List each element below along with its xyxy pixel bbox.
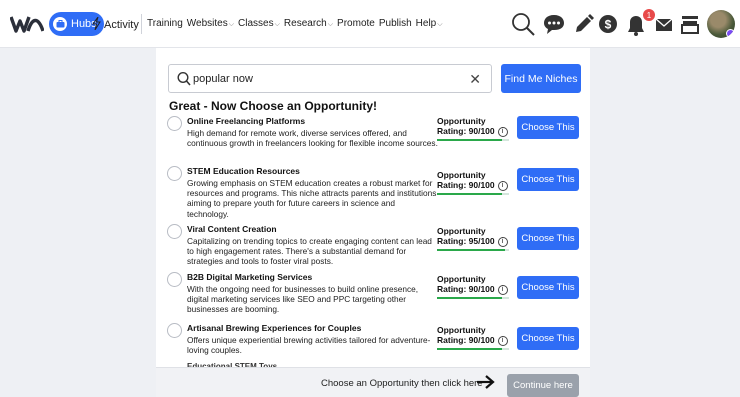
rating-bar-fill xyxy=(437,347,502,350)
info-icon[interactable]: i xyxy=(497,284,508,295)
clear-search-icon[interactable]: ✕ xyxy=(469,71,481,87)
search-icon xyxy=(177,71,191,92)
hubs-icon xyxy=(53,17,67,31)
menu-promote[interactable]: Promote xyxy=(337,18,375,29)
opportunity-rating: Opportunity Rating: 90/100 i xyxy=(437,325,512,350)
activity-link[interactable]: Activity xyxy=(92,16,139,33)
rating-bar xyxy=(437,347,509,350)
rating-bar xyxy=(437,192,509,195)
choose-this-button[interactable]: Choose This xyxy=(517,327,579,350)
opportunity-rating: Opportunity Rating: 90/100 i xyxy=(437,116,512,141)
page-title: Great - Now Choose an Opportunity! xyxy=(169,99,378,113)
menu-publish[interactable]: Publish xyxy=(379,18,412,29)
menu-research[interactable]: Research⌵ xyxy=(284,18,333,29)
continue-footer: Choose an Opportunity then click here Co… xyxy=(156,367,590,397)
info-icon[interactable]: i xyxy=(497,236,508,247)
choose-this-button[interactable]: Choose This xyxy=(517,227,579,250)
opportunity-radio[interactable] xyxy=(167,166,182,181)
lightning-icon xyxy=(92,16,101,33)
menu-websites[interactable]: Websites⌵ xyxy=(187,18,234,29)
opportunity-title: Viral Content Creation xyxy=(187,224,277,234)
opportunity-radio[interactable] xyxy=(167,116,182,131)
info-icon[interactable]: i xyxy=(497,180,508,191)
mail-icon[interactable] xyxy=(654,10,674,38)
continue-button[interactable]: Continue here xyxy=(507,374,579,397)
info-icon[interactable]: i xyxy=(497,335,508,346)
chevron-down-icon: ⌵ xyxy=(327,21,334,28)
top-navbar: Hubs Activity Training Websites⌵ Classes… xyxy=(0,0,740,48)
chevron-down-icon: ⌵ xyxy=(228,21,235,28)
rating-bar-fill xyxy=(437,296,502,299)
chat-icon[interactable] xyxy=(542,10,566,38)
rating-bar-fill xyxy=(437,248,506,251)
svg-text:$: $ xyxy=(605,18,612,32)
dollar-icon[interactable]: $ xyxy=(598,10,618,38)
opportunity-radio[interactable] xyxy=(167,323,182,338)
info-icon[interactable]: i xyxy=(497,126,508,137)
find-niches-button[interactable]: Find Me Niches xyxy=(501,64,581,93)
choose-this-button[interactable]: Choose This xyxy=(517,116,579,139)
opportunity-rating: Opportunity Rating: 95/100 i xyxy=(437,226,512,251)
opportunity-description: Growing emphasis on STEM education creat… xyxy=(187,178,437,219)
rating-bar-fill xyxy=(437,138,502,141)
nav-divider xyxy=(141,14,142,34)
rating-bar xyxy=(437,296,509,299)
search-box[interactable]: ✕ xyxy=(168,64,492,93)
footer-message: Choose an Opportunity then click here xyxy=(321,378,483,389)
search-input[interactable] xyxy=(193,70,453,88)
opportunity-description: High demand for remote work, diverse ser… xyxy=(187,128,438,149)
opportunity-title: B2B Digital Marketing Services xyxy=(187,272,313,282)
opportunity-title: Online Freelancing Platforms xyxy=(187,116,306,126)
opportunity-description: Capitalizing on trending topics to creat… xyxy=(187,236,432,267)
rating-bar-fill xyxy=(437,192,502,195)
menu-help[interactable]: Help⌵ xyxy=(416,18,443,29)
opportunity-title: STEM Education Resources xyxy=(187,166,300,176)
activity-label: Activity xyxy=(104,19,139,31)
opportunity-radio[interactable] xyxy=(167,224,182,239)
menu-classes[interactable]: Classes⌵ xyxy=(238,18,280,29)
opportunity-title: Artisanal Brewing Experiences for Couple… xyxy=(187,323,362,333)
pencil-icon[interactable] xyxy=(572,10,594,38)
opportunity-radio[interactable] xyxy=(167,272,182,287)
choose-this-button[interactable]: Choose This xyxy=(517,276,579,299)
wa-logo[interactable] xyxy=(9,14,45,39)
opportunity-rating: Opportunity Rating: 90/100 i xyxy=(437,170,512,195)
choose-this-button[interactable]: Choose This xyxy=(517,168,579,191)
status-dot xyxy=(726,29,735,38)
inbox-tray-icon[interactable] xyxy=(680,10,700,38)
opportunity-rating: Opportunity Rating: 90/100 i xyxy=(437,274,512,299)
arrow-right-icon xyxy=(476,373,496,396)
opportunity-description: With the ongoing need for businesses to … xyxy=(187,284,419,315)
chevron-down-icon: ⌵ xyxy=(274,21,280,28)
chevron-down-icon: ⌵ xyxy=(437,21,443,28)
search-icon[interactable] xyxy=(511,10,537,38)
rating-bar xyxy=(437,248,509,251)
opportunity-description: Offers unique experiential brewing activ… xyxy=(187,335,431,356)
avatar[interactable] xyxy=(707,10,735,38)
rating-bar xyxy=(437,138,509,141)
menu-training[interactable]: Training xyxy=(147,18,183,29)
main-menu: Training Websites⌵ Classes⌵ Research⌵ Pr… xyxy=(147,18,443,29)
